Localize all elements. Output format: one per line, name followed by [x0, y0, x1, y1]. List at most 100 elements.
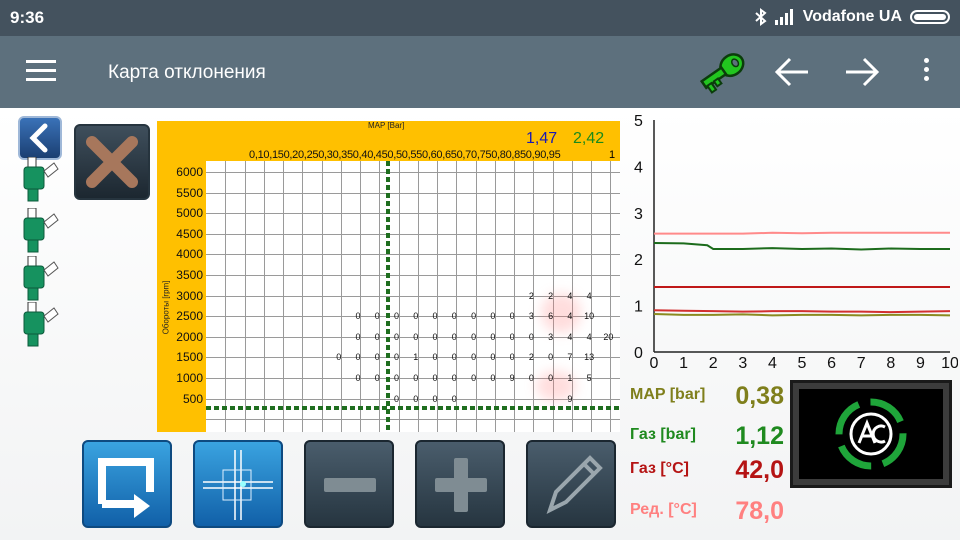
map-cell-value: 1: [567, 373, 573, 383]
map-top-header: MAP [Bar] 1,47 2,42 0,10,150,20,250,30,3…: [157, 121, 620, 161]
deviation-map[interactable]: MAP [Bar] 1,47 2,42 0,10,150,20,250,30,3…: [157, 121, 620, 432]
minus-icon: [324, 478, 376, 492]
minus-button[interactable]: [304, 440, 394, 528]
plus-button[interactable]: [415, 440, 505, 528]
chart-y-tick: 5: [634, 113, 643, 130]
map-cell-value: 0: [451, 393, 457, 404]
map-grid[interactable]: 2 2 4 4 0 0 0 0 0 0 0 0 0 3 6 4 10 0 0 0 0 0 0 0 0 0 0 3 4 4 20 0 0 0 0 1 0 0…: [206, 161, 620, 432]
map-cell-value: 13: [584, 352, 595, 363]
map-y-tick: 6000: [176, 165, 203, 179]
map-cell-value: 0: [471, 331, 477, 342]
map-y-tick: 3500: [176, 268, 203, 282]
injector-icon[interactable]: [20, 256, 60, 304]
map-cell-value: 0: [432, 373, 438, 383]
ac-logo: [835, 398, 907, 470]
live-chart: 0 1 2 3 4 5 0 1 2 3 4 5 6 7 8 9 10: [634, 113, 958, 372]
chart-x-tick: 1: [679, 355, 688, 372]
pencil-icon: [546, 455, 603, 514]
map-cell-value: 0: [432, 311, 438, 322]
map-cell-value: 0: [509, 311, 515, 322]
battery-icon: [910, 10, 950, 24]
chart-x-tick: 3: [738, 355, 747, 372]
map-cell-value: 7: [567, 352, 573, 363]
chart-y-tick: 1: [634, 299, 643, 316]
chart-x-tick: 0: [650, 355, 659, 372]
map-cell-value: 0: [413, 331, 419, 342]
map-cell-value: 4: [567, 311, 573, 322]
select-area-button[interactable]: [82, 440, 172, 528]
signal-icon: [774, 9, 793, 25]
injector-icon[interactable]: [20, 208, 60, 256]
map-cell-value: 0: [394, 352, 400, 363]
readout-value: 1,12: [735, 422, 784, 450]
arrow-left-icon[interactable]: [772, 54, 812, 90]
map-grid-hline: [206, 213, 620, 214]
map-cell-value: 2: [548, 290, 554, 301]
readout-value: 0,38: [735, 382, 784, 410]
map-cell-value: 0: [432, 393, 438, 404]
chart-series-line: [653, 312, 951, 317]
map-cell-value: 0: [432, 352, 438, 363]
map-cell-value: 4: [586, 331, 592, 342]
map-cell-value: 0: [528, 331, 534, 342]
map-cell-value: 10: [584, 311, 595, 322]
cursor-vertical-line: [386, 161, 390, 432]
injector-icon[interactable]: [20, 157, 60, 205]
map-cell-value: 9: [567, 393, 573, 404]
page-title: Карта отклонения: [108, 62, 266, 83]
map-cell-value: 0: [451, 331, 457, 342]
back-button[interactable]: [18, 116, 62, 160]
map-cell-value: 4: [567, 290, 573, 301]
map-cell-value: 0: [394, 393, 400, 404]
more-options-icon[interactable]: [918, 58, 934, 88]
map-x-axis-label: MAP [Bar]: [368, 121, 405, 130]
crosshair-button[interactable]: [193, 440, 283, 528]
map-cell-value: 0: [355, 331, 361, 342]
map-cell-value: 0: [451, 311, 457, 322]
map-cell-value: 0: [451, 373, 457, 383]
status-time: 9:36: [10, 8, 45, 27]
plus-icon: [435, 458, 487, 512]
map-cell-value: 3: [548, 331, 554, 342]
map-cell-value: 0: [490, 373, 496, 383]
edit-button[interactable]: [526, 440, 616, 528]
map-y-tick: 3000: [176, 288, 203, 303]
chart-series-line: [654, 231, 950, 235]
map-grid-hline: [206, 254, 620, 255]
readout-value: 42,0: [735, 456, 784, 484]
map-cell-value: 0: [451, 352, 457, 363]
readout-label: Газ [bar]: [630, 426, 696, 443]
arrow-right-icon[interactable]: [842, 54, 882, 90]
chart-y-tick: 3: [634, 206, 643, 223]
map-y-tick: 2000: [176, 329, 203, 344]
map-y-tick: 2500: [176, 309, 203, 324]
map-y-tick: 5000: [176, 206, 203, 221]
map-cell-value: 0: [413, 373, 419, 383]
map-cell-value: 0: [336, 352, 342, 363]
map-cell-value: 0: [509, 352, 515, 363]
map-cell-value: 0: [471, 373, 477, 383]
map-cell-value: 0: [374, 352, 380, 363]
key-icon[interactable]: [694, 48, 750, 96]
map-cell-value: 0: [394, 373, 400, 383]
menu-icon[interactable]: [26, 60, 56, 82]
readout-value: 78,0: [735, 497, 784, 525]
map-cell-value: 1: [413, 352, 419, 363]
map-cell-value: 0: [355, 373, 361, 383]
map-cell-value: 0: [355, 352, 361, 363]
map-cell-value: 0: [548, 373, 554, 383]
chart-x-tick: 2: [709, 355, 718, 372]
map-cell-value: 0: [394, 331, 400, 342]
map-cell-value: 2: [528, 290, 534, 301]
map-cell-value: 20: [603, 331, 614, 342]
map-cell-value: 0: [374, 331, 380, 342]
ac-logo-panel: [790, 380, 952, 488]
chart-series-line: [653, 309, 951, 314]
close-button[interactable]: [74, 124, 150, 200]
map-cell-value: 2: [528, 352, 534, 363]
chart-x-tick: 8: [886, 355, 895, 372]
injector-icon[interactable]: [20, 302, 60, 350]
map-x-tick-end: 1: [609, 149, 616, 161]
map-y-tick: 1500: [176, 350, 203, 365]
map-y-tick: 5500: [176, 185, 203, 200]
